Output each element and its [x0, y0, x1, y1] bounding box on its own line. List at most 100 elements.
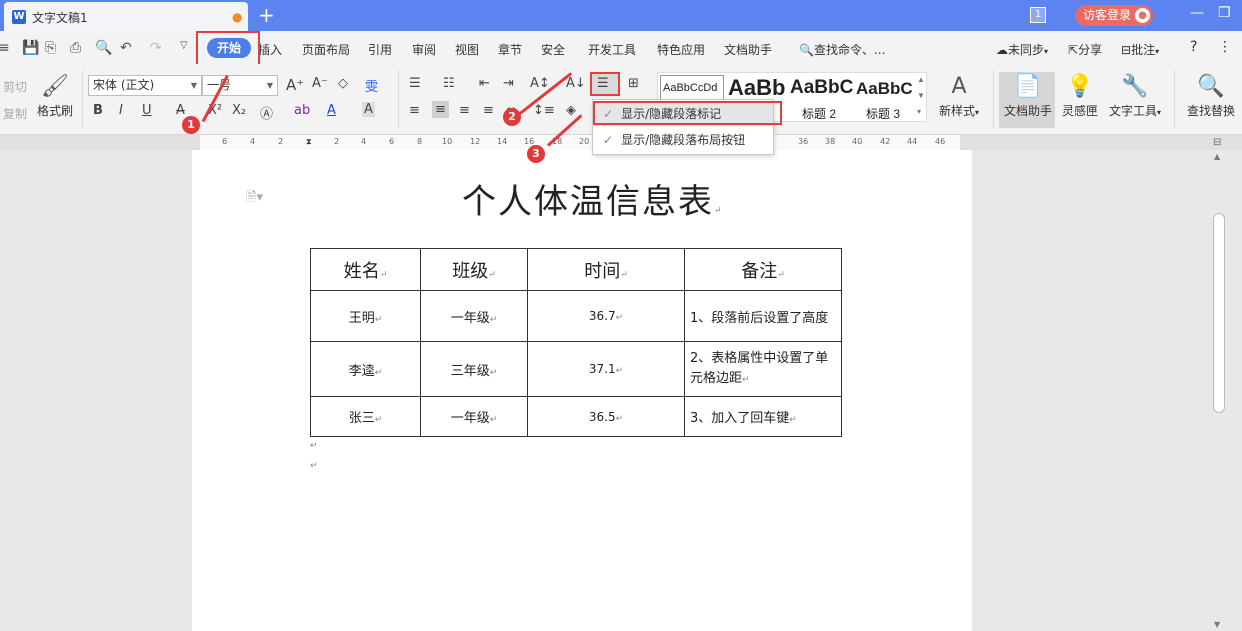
- print-icon[interactable]: ⎙: [70, 40, 81, 56]
- copy-button[interactable]: 复制: [3, 105, 27, 122]
- indent-marker-icon[interactable]: ⧗: [306, 137, 312, 147]
- tab-developer[interactable]: 开发工具: [588, 41, 636, 58]
- ruler-toggle-icon[interactable]: ⊟: [1213, 137, 1221, 148]
- char-shading-icon[interactable]: A: [362, 102, 375, 117]
- ruler-tick: 6: [222, 137, 228, 146]
- numbered-list-icon[interactable]: ☷: [443, 76, 455, 91]
- menu-icon[interactable]: ≡: [0, 40, 10, 56]
- style-heading-1-preview[interactable]: AaBb: [728, 75, 785, 101]
- magnifier-icon: 🔍: [1197, 74, 1225, 99]
- style-scroll-up-icon[interactable]: ▲: [917, 75, 925, 84]
- text-effect-icon[interactable]: Ⓐ: [260, 103, 273, 122]
- format-painter-label: 格式刷: [36, 104, 73, 118]
- phonetic-guide-icon[interactable]: 雯: [365, 76, 378, 95]
- tab-page-layout[interactable]: 页面布局: [302, 41, 350, 58]
- tab-insert[interactable]: 插入: [258, 41, 282, 58]
- align-right-icon[interactable]: ≡: [459, 103, 470, 118]
- tab-review[interactable]: 审阅: [412, 41, 436, 58]
- document-page[interactable]: 🗎▾ 个人体温信息表↵ 姓名↵ 班级↵ 时间↵ 备注↵ 王明↵ 一年级↵ 36.…: [192, 150, 972, 631]
- unsaved-dot-icon: ●: [232, 10, 243, 24]
- cut-button[interactable]: 剪切: [3, 78, 27, 95]
- scroll-down-icon[interactable]: ▼: [1214, 620, 1220, 629]
- search-command[interactable]: 🔍查找命令、...: [799, 41, 885, 58]
- page-count-badge[interactable]: 1: [1030, 7, 1046, 23]
- tab-special-apps[interactable]: 特色应用: [657, 41, 705, 58]
- cell-text: 1、段落前后设置了高度: [690, 310, 829, 326]
- lightbulb-icon: 💡: [1066, 74, 1094, 99]
- decrease-indent-icon[interactable]: ⇤: [479, 76, 490, 91]
- menu-item-show-hide-layout-button[interactable]: ✓ 显示/隐藏段落布局按钮: [593, 128, 773, 152]
- document-tab[interactable]: W 文字文稿1 ●: [4, 2, 248, 31]
- shading-icon[interactable]: ◈: [566, 103, 576, 118]
- underline-icon[interactable]: U: [142, 103, 152, 118]
- format-painter-button[interactable]: 🖌 格式刷: [36, 74, 74, 119]
- ruler-tick: 44: [907, 137, 918, 146]
- font-size-select[interactable]: 一号 ▼: [202, 75, 278, 96]
- bold-icon[interactable]: B: [93, 103, 103, 118]
- export-pdf-icon[interactable]: ⎘: [45, 40, 56, 56]
- quick-access-more-icon[interactable]: ▽: [180, 40, 188, 51]
- find-replace-button[interactable]: 🔍 查找替换: [1184, 74, 1238, 119]
- temperature-table[interactable]: 姓名↵ 班级↵ 时间↵ 备注↵ 王明↵ 一年级↵ 36.7↵ 1、段落前后设置了…: [310, 248, 842, 437]
- print-preview-icon[interactable]: 🔍: [95, 40, 112, 56]
- login-button[interactable]: 访客登录 ●: [1075, 5, 1153, 26]
- table-borders-icon[interactable]: ⊞: [628, 76, 639, 91]
- style-scroll-down-icon[interactable]: ▼: [917, 91, 925, 100]
- table-row: 王明↵ 一年级↵ 36.7↵ 1、段落前后设置了高度: [310, 290, 842, 342]
- align-center-icon[interactable]: ≡: [432, 101, 449, 118]
- clear-format-icon[interactable]: ◇: [338, 76, 348, 91]
- share-button[interactable]: ⇱分享: [1068, 41, 1102, 58]
- tab-references[interactable]: 引用: [368, 41, 392, 58]
- highlight-color-icon[interactable]: ab: [294, 103, 310, 118]
- style-heading-3-preview[interactable]: AaBbC: [856, 79, 914, 99]
- font-name-select[interactable]: 宋体 (正文) ▼: [88, 75, 202, 96]
- ruler-tick: 40: [852, 137, 863, 146]
- check-icon: ✓: [603, 133, 614, 147]
- text-tools-button[interactable]: 🔧 文字工具▾: [1106, 74, 1164, 119]
- sync-button[interactable]: ☁未同步▾: [996, 41, 1048, 58]
- subscript-icon[interactable]: X₂: [232, 103, 246, 118]
- strikethrough-icon[interactable]: A: [176, 103, 185, 118]
- style-heading-2-preview[interactable]: AaBbC: [790, 77, 853, 99]
- cell-class: 一年级↵: [420, 290, 528, 342]
- save-icon[interactable]: 💾: [22, 40, 39, 56]
- decrease-font-icon[interactable]: A⁻: [312, 76, 328, 91]
- table-row: 张三↵ 一年级↵ 36.5↵ 3、加入了回车键↵: [310, 396, 842, 437]
- new-tab-plus-icon[interactable]: +: [258, 3, 275, 27]
- italic-icon[interactable]: I: [119, 103, 123, 118]
- show-hide-marks-button[interactable]: ☰: [590, 72, 620, 96]
- tab-security[interactable]: 安全: [541, 41, 565, 58]
- scrollbar-thumb[interactable]: [1213, 213, 1225, 413]
- scroll-up-icon[interactable]: ▲: [1214, 152, 1220, 161]
- restore-icon[interactable]: ❐: [1218, 5, 1231, 21]
- justify-icon[interactable]: ≡: [483, 103, 494, 118]
- tab-view[interactable]: 视图: [455, 41, 479, 58]
- align-left-icon[interactable]: ≡: [409, 103, 420, 118]
- ruler-tick: 6: [389, 137, 395, 146]
- increase-font-icon[interactable]: A⁺: [286, 76, 304, 94]
- line-spacing-icon[interactable]: ↕≡: [533, 103, 555, 118]
- font-color-icon[interactable]: A: [327, 103, 336, 118]
- inspiration-button[interactable]: 💡 灵感匣: [1058, 74, 1102, 119]
- more-options-icon[interactable]: ⋮: [1218, 39, 1232, 55]
- doc-helper-icon: 📄: [1014, 74, 1042, 99]
- chinese-layout-icon[interactable]: A↕: [530, 76, 550, 91]
- redo-icon[interactable]: ↷: [150, 40, 162, 56]
- style-expand-icon[interactable]: ▾: [917, 107, 921, 116]
- minimize-icon[interactable]: —: [1190, 5, 1204, 21]
- doc-helper-content[interactable]: 📄 文档助手: [1000, 74, 1056, 119]
- increase-indent-icon[interactable]: ⇥: [503, 76, 514, 91]
- comment-button[interactable]: ⊟批注▾: [1121, 41, 1159, 58]
- login-label: 访客登录: [1083, 8, 1132, 22]
- help-button[interactable]: ?: [1190, 39, 1197, 55]
- new-style-button[interactable]: A 新样式▾: [934, 74, 984, 119]
- tab-doc-assistant[interactable]: 文档助手: [724, 41, 772, 58]
- sort-icon[interactable]: A↓: [566, 76, 586, 91]
- doc-helper-label: 文档助手: [1003, 104, 1052, 118]
- bullet-list-icon[interactable]: ☰: [409, 76, 421, 91]
- header-cell-text: 姓名: [343, 260, 380, 282]
- undo-icon[interactable]: ↶: [120, 40, 132, 56]
- ruler-tick: 10: [442, 137, 453, 146]
- document-navigation-icon[interactable]: 🗎▾: [246, 188, 263, 210]
- tab-chapter[interactable]: 章节: [498, 41, 522, 58]
